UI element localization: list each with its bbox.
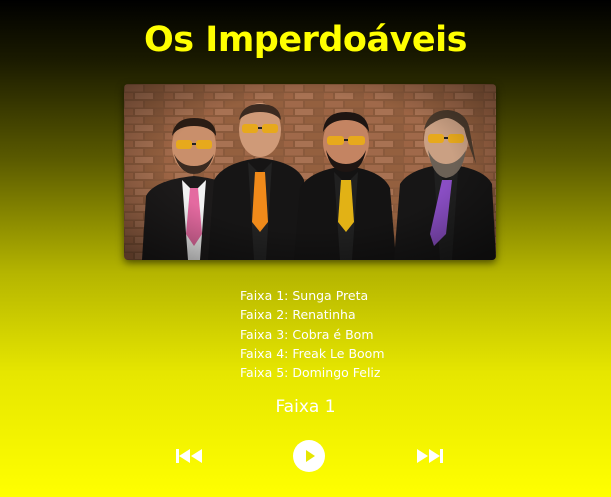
track-item-2[interactable]: Faixa 2: Renatinha	[240, 305, 385, 324]
now-playing-label: Faixa 1	[275, 397, 336, 417]
player-controls	[0, 440, 611, 472]
band-photo	[124, 84, 496, 260]
skip-next-icon	[417, 449, 443, 463]
track-list: Faixa 1: Sunga Preta Faixa 2: Renatinha …	[240, 286, 385, 382]
track-item-3[interactable]: Faixa 3: Cobra é Bom	[240, 325, 385, 344]
track-item-5[interactable]: Faixa 5: Domingo Feliz	[240, 363, 385, 382]
play-icon	[293, 440, 325, 472]
track-item-1[interactable]: Faixa 1: Sunga Preta	[240, 286, 385, 305]
skip-previous-icon	[176, 449, 202, 463]
play-button[interactable]	[293, 440, 325, 472]
next-track-button[interactable]	[415, 440, 445, 472]
track-item-4[interactable]: Faixa 4: Freak Le Boom	[240, 344, 385, 363]
band-title: Os Imperdoáveis	[144, 20, 467, 60]
previous-track-button[interactable]	[174, 440, 204, 472]
